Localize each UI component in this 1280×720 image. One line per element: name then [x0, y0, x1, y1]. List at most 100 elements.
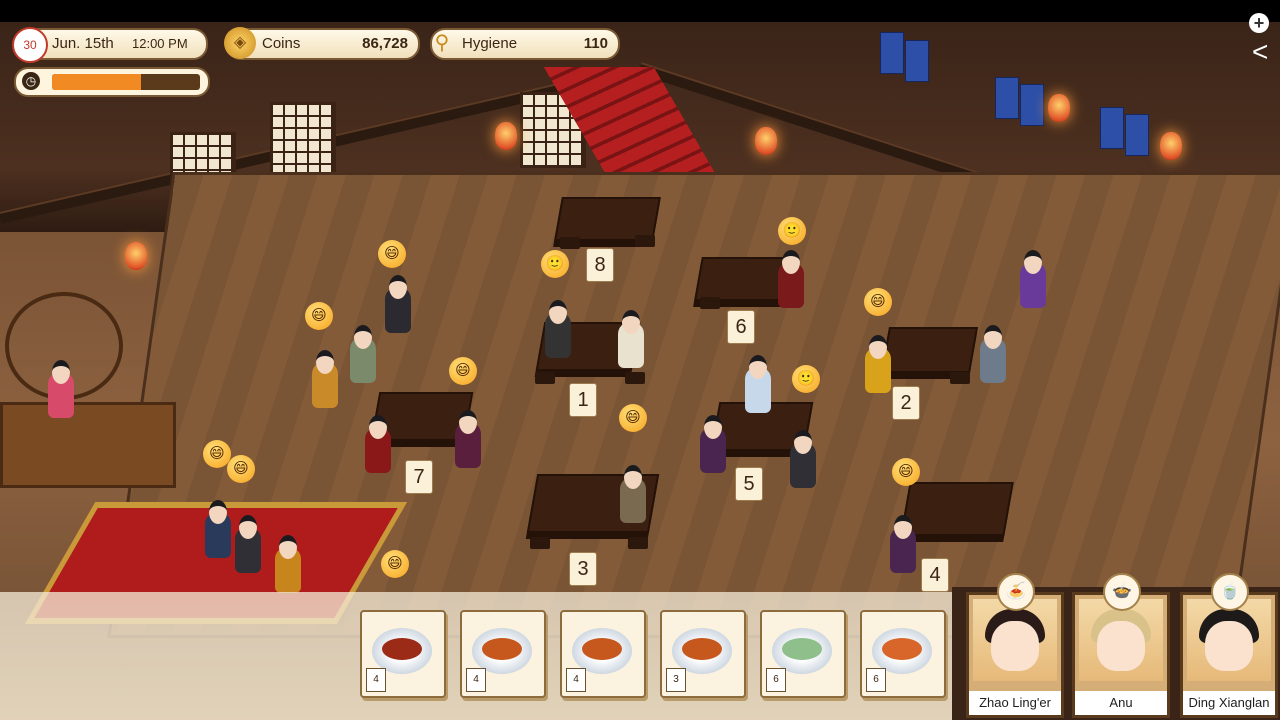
dish-quantity: 6: [866, 668, 886, 692]
chef-name: Anu: [1075, 691, 1167, 715]
business-timer: ◷: [14, 67, 210, 97]
stool: [530, 537, 550, 549]
chef-face: [1097, 621, 1145, 671]
wine-jar-icon: [782, 638, 822, 660]
customer[interactable]: [235, 515, 261, 573]
hanging-banner: [905, 40, 929, 82]
customer[interactable]: [890, 515, 916, 573]
waitress[interactable]: [1020, 250, 1046, 308]
lantern: [495, 122, 517, 150]
customer[interactable]: [618, 310, 644, 368]
stool: [635, 235, 655, 247]
chef-card[interactable]: 🍲 Anu: [1072, 573, 1170, 718]
stool: [628, 537, 648, 549]
clock-icon: ◷: [22, 72, 40, 90]
customer[interactable]: [980, 325, 1006, 383]
dish-quantity: 4: [466, 668, 486, 692]
customer[interactable]: [365, 415, 391, 473]
date-label: Jun. 15th: [52, 35, 114, 52]
dining-table-2[interactable]: [880, 327, 979, 373]
braised-fish-icon: [482, 638, 522, 660]
table-number: 6: [727, 310, 755, 344]
customer[interactable]: [865, 335, 891, 393]
dish-card[interactable]: 4: [460, 610, 546, 698]
coins-value: 86,728: [362, 35, 408, 52]
chef-portrait: [1187, 599, 1271, 681]
table-number: 7: [405, 460, 433, 494]
table-number: 8: [586, 248, 614, 282]
customer[interactable]: [275, 535, 301, 593]
dish-quantity: 6: [766, 668, 786, 692]
hanging-banner: [1100, 107, 1124, 149]
happy-emoji-icon: 😄: [227, 455, 255, 483]
chef-card[interactable]: 🍵 Ding Xianglan: [1180, 573, 1278, 718]
cooking-dish-icon: 🍵: [1211, 573, 1249, 611]
chef-card[interactable]: 🍝 Zhao Ling'er: [966, 573, 1064, 718]
table-number: 3: [569, 552, 597, 586]
lantern: [1048, 94, 1070, 122]
table-number: 1: [569, 383, 597, 417]
customer[interactable]: [790, 430, 816, 488]
braised-pork-icon: [382, 638, 422, 660]
happy-emoji-icon: 😄: [892, 458, 920, 486]
noodle-bowl-icon: [882, 638, 922, 660]
hygiene-display[interactable]: ⚲ Hygiene 110: [430, 28, 620, 60]
chef-name: Ding Xianglan: [1183, 691, 1275, 715]
happy-emoji-icon: 😄: [381, 550, 409, 578]
dish-card[interactable]: 6: [860, 610, 946, 698]
customer[interactable]: [620, 465, 646, 523]
stool: [560, 237, 580, 249]
reception-counter: [0, 402, 176, 488]
hanging-banner: [1020, 84, 1044, 126]
back-arrow-icon[interactable]: <: [1252, 38, 1274, 66]
stool: [625, 372, 645, 384]
customer[interactable]: [778, 250, 804, 308]
waiting-emoji-icon: 🙂: [778, 217, 806, 245]
customer[interactable]: [700, 415, 726, 473]
timer-bar: [52, 74, 200, 90]
chef-face: [1205, 621, 1253, 671]
hygiene-value: 110: [583, 35, 608, 52]
hanging-banner: [880, 32, 904, 74]
dining-table-4[interactable]: [900, 482, 1014, 536]
table-number: 2: [892, 386, 920, 420]
customer[interactable]: [745, 355, 771, 413]
hanging-banner: [1125, 114, 1149, 156]
lantern: [1160, 132, 1182, 160]
customer[interactable]: [385, 275, 411, 333]
waiting-emoji-icon: 🙂: [541, 250, 569, 278]
chef-face: [991, 621, 1039, 671]
dish-quantity: 4: [566, 668, 586, 692]
stool: [950, 372, 970, 384]
coins-label: Coins: [262, 35, 301, 52]
customer[interactable]: [205, 500, 231, 558]
time-label: 12:00 PM: [132, 36, 188, 51]
customer[interactable]: [545, 300, 571, 358]
dish-card[interactable]: 6: [760, 610, 846, 698]
happy-emoji-icon: 😄: [864, 288, 892, 316]
dish-quantity: 4: [366, 668, 386, 692]
customer[interactable]: [312, 350, 338, 408]
dish-quantity: 3: [666, 668, 686, 692]
dish-card[interactable]: 4: [560, 610, 646, 698]
add-icon[interactable]: +: [1249, 13, 1269, 33]
chef-name: Zhao Ling'er: [969, 691, 1061, 715]
timer-fill: [52, 74, 141, 90]
happy-emoji-icon: 😄: [305, 302, 333, 330]
lantern: [125, 242, 147, 270]
happy-emoji-icon: 😄: [449, 357, 477, 385]
chef-portrait: [1079, 599, 1163, 681]
innkeeper[interactable]: [48, 360, 74, 418]
calendar-icon: 30: [12, 27, 48, 63]
dish-card[interactable]: 4: [360, 610, 446, 698]
dish-card[interactable]: 3: [660, 610, 746, 698]
customer[interactable]: [455, 410, 481, 468]
coins-display[interactable]: ◈ Coins 86,728: [224, 27, 420, 60]
happy-emoji-icon: 😄: [619, 404, 647, 432]
braised-fish-icon: [582, 638, 622, 660]
cooking-dish-icon: 🍲: [1103, 573, 1141, 611]
customer[interactable]: [350, 325, 376, 383]
stool: [700, 297, 720, 309]
coin-icon: ◈: [224, 27, 256, 59]
hygiene-label: Hygiene: [462, 35, 518, 52]
